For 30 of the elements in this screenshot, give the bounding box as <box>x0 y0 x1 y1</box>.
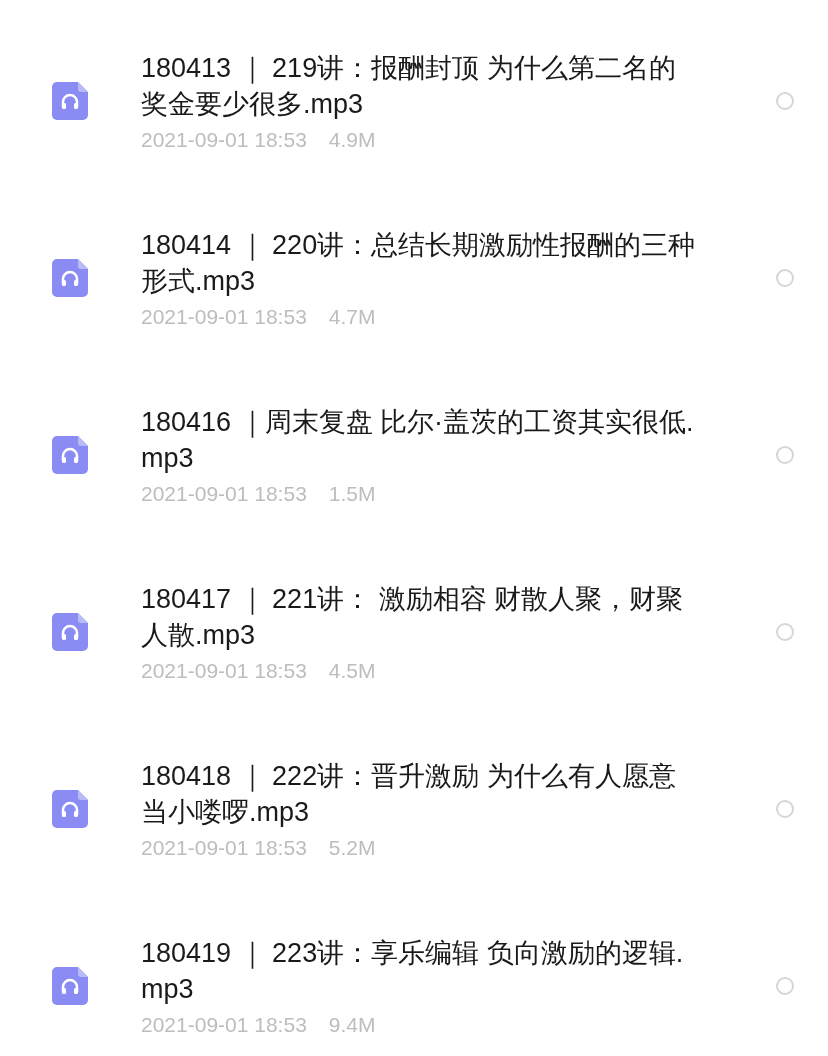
audio-file-icon <box>52 612 88 651</box>
select-radio[interactable] <box>776 976 794 995</box>
file-date: 2021-09-01 18:53 <box>141 304 307 329</box>
audio-file-icon <box>52 258 88 297</box>
file-name: 180418 ｜ 222讲：晋升激励 为什么有人愿意当小喽啰.mp3 <box>141 759 677 829</box>
file-date: 2021-09-01 18:53 <box>141 658 307 683</box>
file-name: 180417 ｜ 221讲： 激励相容 财散人聚，财聚人散.mp3 <box>141 582 685 652</box>
file-date: 2021-09-01 18:53 <box>141 1012 307 1037</box>
file-size: 4.9M <box>328 127 376 152</box>
file-name: 180416 ｜周末复盘 比尔·盖茨的工资其实很低.mp3 <box>141 405 695 475</box>
select-radio[interactable] <box>776 91 794 110</box>
file-size: 5.2M <box>328 835 376 860</box>
file-name: 180413 ｜ 219讲：报酬封顶 为什么第二名的奖金要少很多.mp3 <box>141 51 677 121</box>
file-size: 4.5M <box>328 658 376 683</box>
audio-file-icon <box>52 966 88 1005</box>
file-date: 2021-09-01 18:53 <box>141 835 307 860</box>
file-size: 4.7M <box>328 304 376 329</box>
audio-file-icon <box>52 789 88 828</box>
select-radio[interactable] <box>776 445 794 464</box>
file-name: 180414 ｜ 220讲：总结长期激励性报酬的三种形式.mp3 <box>141 228 697 298</box>
select-radio[interactable] <box>776 622 794 641</box>
audio-file-icon <box>52 435 88 474</box>
select-radio[interactable] <box>776 799 794 818</box>
file-size: 9.4M <box>328 1012 376 1037</box>
file-name: 180419 ｜ 223讲：享乐编辑 负向激励的逻辑.mp3 <box>141 936 685 1006</box>
file-date: 2021-09-01 18:53 <box>141 481 307 506</box>
select-radio[interactable] <box>776 268 794 287</box>
audio-file-icon <box>52 81 88 120</box>
file-date: 2021-09-01 18:53 <box>141 127 307 152</box>
file-size: 1.5M <box>328 481 376 506</box>
